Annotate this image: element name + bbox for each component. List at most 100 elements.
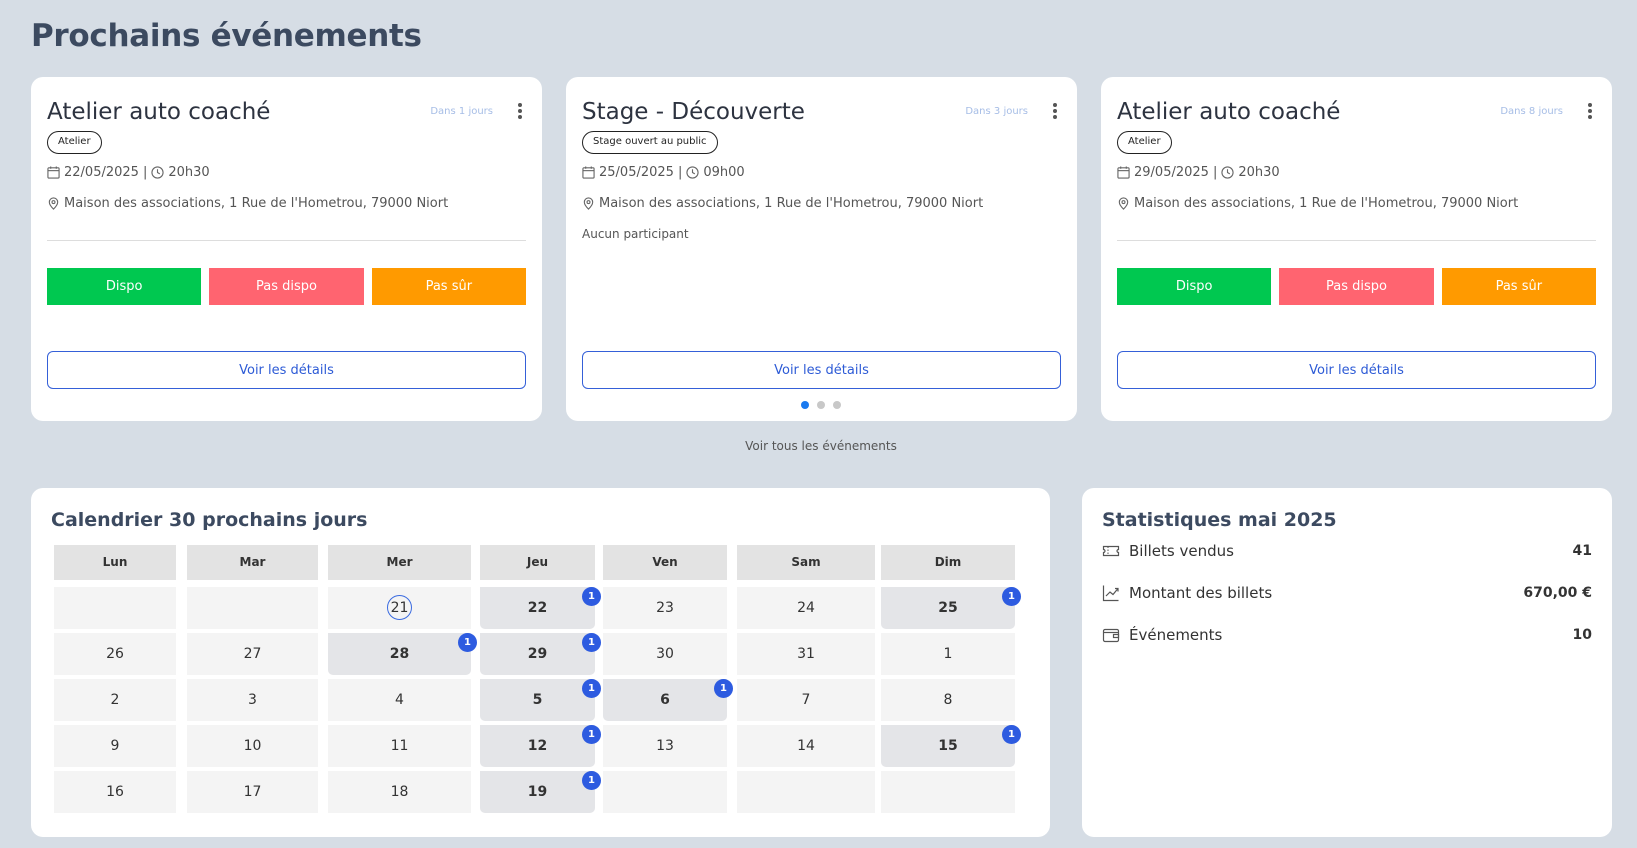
day-number: 18 — [390, 784, 409, 800]
view-details-button[interactable]: Voir les détails — [47, 351, 526, 389]
calendar-day[interactable]: 22 1 — [480, 587, 601, 629]
calendar-day[interactable]: 7 — [737, 679, 875, 721]
clock-icon — [686, 166, 699, 179]
calendar-day[interactable]: 23 — [603, 587, 727, 629]
calendar-day[interactable]: 2 — [54, 679, 176, 721]
calendar-day[interactable]: 51 — [480, 679, 601, 721]
not-sure-button[interactable]: Pas sûr — [371, 268, 526, 305]
event-count-badge: 1 — [582, 633, 601, 652]
event-count-badge: 1 — [458, 633, 477, 652]
carousel-dot[interactable] — [817, 401, 825, 409]
calendar-day[interactable]: 15 1 — [881, 725, 1021, 767]
calendar-day[interactable]: 9 — [54, 725, 176, 767]
event-title: Atelier auto coaché — [1117, 99, 1341, 125]
day-number: 3 — [248, 692, 257, 708]
day-number: 12 — [527, 738, 548, 754]
calendar-day[interactable]: 25 1 — [881, 587, 1021, 629]
calendar-day[interactable]: 61 — [603, 679, 733, 721]
divider — [1117, 240, 1596, 241]
available-button[interactable]: Dispo — [47, 268, 202, 305]
day-number: 29 — [527, 646, 548, 662]
more-vertical-icon[interactable] — [1053, 103, 1057, 119]
event-relative-date: Dans 8 jours — [1500, 106, 1563, 117]
not-available-button[interactable]: Pas dispo — [1279, 268, 1434, 305]
chart-line-icon — [1102, 585, 1119, 602]
not-sure-button[interactable]: Pas sûr — [1441, 268, 1596, 305]
calendar-day[interactable]: 10 — [187, 725, 318, 767]
view-details-button[interactable]: Voir les détails — [582, 351, 1061, 389]
day-number: 7 — [801, 692, 811, 708]
calendar-day[interactable]: 21 — [328, 587, 471, 629]
day-number: 24 — [797, 600, 815, 616]
day-number: 2 — [110, 692, 120, 708]
event-time: 20h30 — [168, 165, 210, 180]
calendar-day[interactable]: 26 — [54, 633, 176, 675]
event-relative-date: Dans 3 jours — [965, 106, 1028, 117]
calendar-day — [737, 771, 875, 813]
stats-card: Statistiques mai 2025 Billets vendus 41 … — [1082, 488, 1612, 837]
day-number: 5 — [532, 692, 543, 708]
day-number: 22 — [527, 600, 548, 616]
event-count-badge: 1 — [582, 679, 601, 698]
event-datetime: 25/05/2025 | 09h00 — [582, 165, 745, 180]
carousel-dot[interactable] — [801, 401, 809, 409]
day-number: 6 — [660, 692, 670, 708]
weekday-header: Lun — [54, 545, 176, 580]
calendar-icon — [47, 166, 60, 179]
event-count-badge: 1 — [582, 587, 601, 606]
calendar-day[interactable]: 12 1 — [480, 725, 601, 767]
calendar-icon — [1117, 166, 1130, 179]
calendar-icon — [582, 166, 595, 179]
calendar-day[interactable]: 18 — [328, 771, 471, 813]
calendar-day[interactable]: 31 — [737, 633, 875, 675]
day-number: 27 — [243, 646, 262, 662]
event-time: 09h00 — [703, 165, 745, 180]
event-location: Maison des associations, 1 Rue de l'Home… — [47, 196, 448, 211]
day-number: 16 — [106, 784, 124, 800]
more-vertical-icon[interactable] — [1588, 103, 1592, 119]
calendar-day[interactable]: 14 — [737, 725, 875, 767]
day-number: 25 — [938, 600, 958, 616]
clock-icon — [151, 166, 164, 179]
map-pin-icon — [583, 197, 594, 210]
page-title: Prochains événements — [31, 18, 422, 54]
event-card: Stage - Découverte Dans 3 jours Stage ou… — [566, 77, 1077, 421]
not-available-button[interactable]: Pas dispo — [209, 268, 364, 305]
wallet-icon — [1102, 628, 1120, 643]
calendar-day[interactable]: 13 — [603, 725, 727, 767]
calendar-day[interactable]: 16 — [54, 771, 176, 813]
calendar-day — [881, 771, 1015, 813]
event-datetime: 29/05/2025 | 20h30 — [1117, 165, 1280, 180]
calendar-day[interactable]: 19 1 — [480, 771, 601, 813]
day-number: 15 — [938, 738, 958, 754]
carousel-dot[interactable] — [833, 401, 841, 409]
event-date: 25/05/2025 — [599, 165, 674, 180]
event-count-badge: 1 — [1002, 587, 1021, 606]
calendar-day[interactable]: 8 — [881, 679, 1015, 721]
stat-events: Événements 10 — [1102, 623, 1592, 647]
view-details-button[interactable]: Voir les détails — [1117, 351, 1596, 389]
event-type-badge: Atelier — [47, 131, 102, 154]
event-type-badge: Atelier — [1117, 131, 1172, 154]
availability-buttons: Dispo Pas dispo Pas sûr — [47, 268, 526, 305]
calendar-day[interactable]: 11 — [328, 725, 471, 767]
calendar-day[interactable]: 1 — [881, 633, 1015, 675]
weekday-header: Sam — [737, 545, 875, 580]
see-all-events-link[interactable]: Voir tous les événements — [0, 439, 1637, 453]
calendar-day — [54, 587, 176, 629]
day-number: 23 — [656, 600, 674, 616]
calendar-day[interactable]: 3 — [187, 679, 318, 721]
calendar-day[interactable]: 27 — [187, 633, 318, 675]
more-vertical-icon[interactable] — [518, 103, 522, 119]
day-number: 31 — [797, 646, 815, 662]
day-number: 26 — [106, 646, 124, 662]
calendar-day[interactable]: 28 1 — [328, 633, 477, 675]
calendar-day[interactable]: 17 — [187, 771, 318, 813]
calendar-day[interactable]: 24 — [737, 587, 875, 629]
calendar-day[interactable]: 29 1 — [480, 633, 601, 675]
day-number: 19 — [527, 784, 548, 800]
calendar-day[interactable]: 30 — [603, 633, 727, 675]
available-button[interactable]: Dispo — [1117, 268, 1272, 305]
calendar-day[interactable]: 4 — [328, 679, 471, 721]
event-relative-date: Dans 1 jours — [430, 106, 493, 117]
